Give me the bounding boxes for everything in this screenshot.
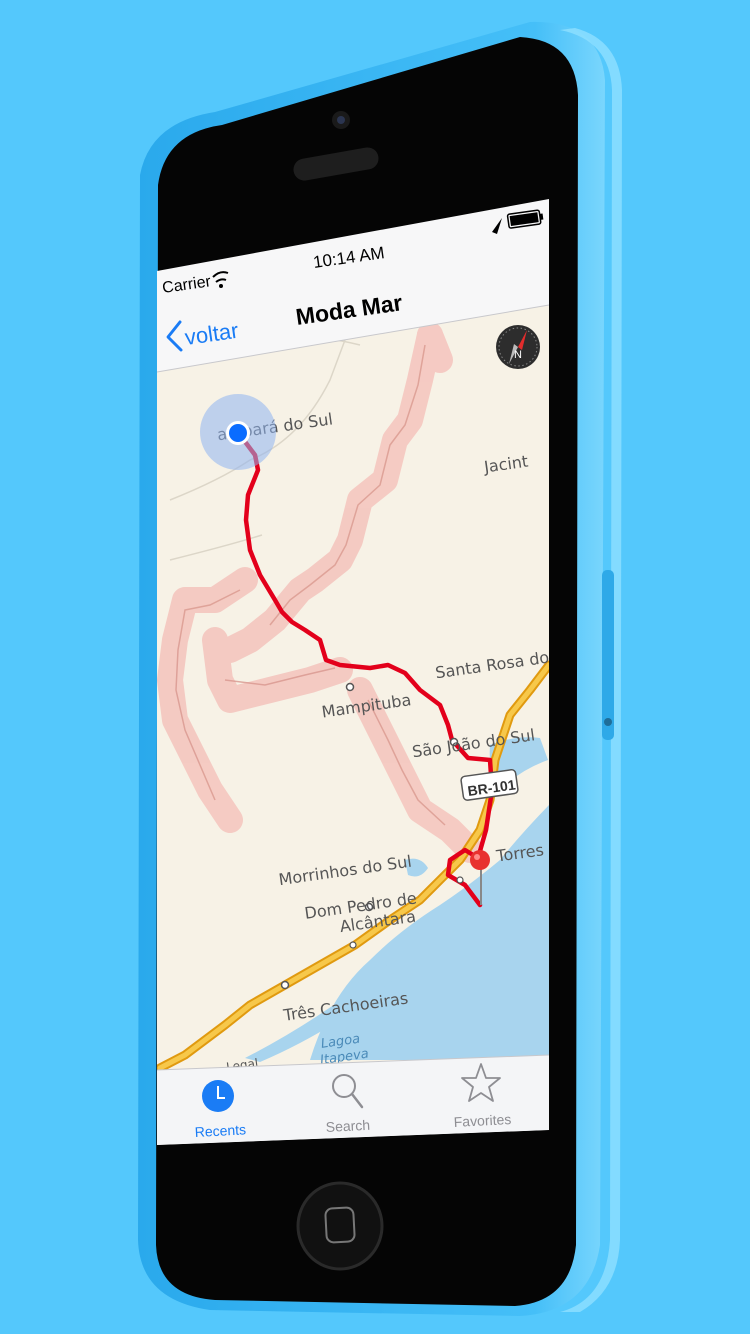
phone-illustration: ambará do Sul Jacint Mampituba Santa Ros… bbox=[138, 21, 622, 1316]
town-dot bbox=[345, 682, 355, 692]
svg-text:N: N bbox=[514, 349, 522, 361]
home-button[interactable] bbox=[296, 1181, 384, 1271]
town-dot bbox=[349, 941, 357, 949]
tab-label-favorites: Favorites bbox=[453, 1111, 511, 1130]
tab-label-recents: Recents bbox=[194, 1121, 246, 1140]
user-location-dot bbox=[200, 394, 276, 470]
town-dot bbox=[280, 980, 290, 990]
side-button bbox=[602, 570, 614, 740]
side-dot bbox=[604, 718, 612, 726]
tab-label-search: Search bbox=[325, 1117, 370, 1135]
town-dot bbox=[456, 876, 464, 884]
compass-icon[interactable]: N bbox=[496, 325, 540, 369]
